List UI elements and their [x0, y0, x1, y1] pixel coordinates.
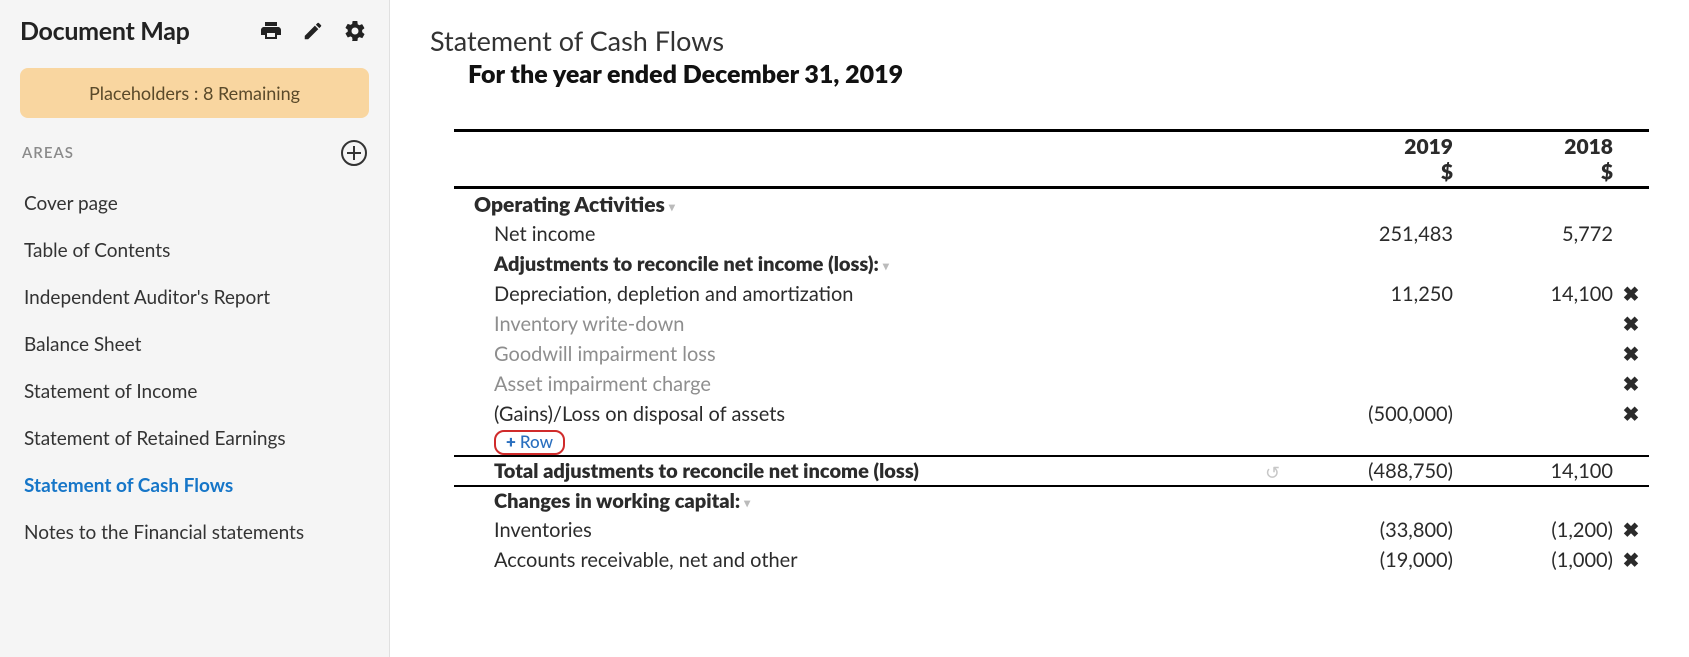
remove-row-icon[interactable]: ✖ [1613, 312, 1649, 336]
sidebar-title: Document Map [20, 16, 243, 46]
refresh-icon[interactable]: ↺ [1265, 461, 1280, 484]
total-adjustments-row[interactable]: Total adjustments to reconcile net incom… [454, 455, 1649, 485]
remove-row-icon[interactable]: ✖ [1613, 518, 1649, 542]
print-icon[interactable] [257, 17, 285, 45]
year-col-1: 2019 [1293, 134, 1453, 159]
areas-nav: Cover page Table of Contents Independent… [18, 180, 371, 556]
main: Statement of Cash Flows For the year end… [390, 0, 1689, 657]
placeholders-pill[interactable]: Placeholders : 8 Remaining [20, 68, 369, 118]
adj-row-inventory-writedown[interactable]: Inventory write-down ✖ [454, 309, 1649, 339]
add-row-button[interactable]: + Row [494, 430, 565, 455]
areas-label: AREAS [22, 144, 74, 162]
cash-flow-table: 2019 2018 $ $ Operating Activities ▾ Net … [454, 129, 1649, 575]
operating-activities-label: Operating Activities [474, 192, 665, 217]
remove-row-icon[interactable]: ✖ [1613, 372, 1649, 396]
wc-v2: (1,000) [1453, 548, 1613, 572]
wc-row-inventories[interactable]: Inventories (33,800) (1,200) ✖ [454, 515, 1649, 545]
adj-label: Inventory write-down [454, 312, 1293, 336]
adj-v1: (500,000) [1293, 402, 1453, 426]
nav-item-toc[interactable]: Table of Contents [18, 227, 371, 274]
adj-row-depreciation[interactable]: Depreciation, depletion and amortization… [454, 279, 1649, 309]
net-income-row[interactable]: Net income 251,483 5,772 [454, 219, 1649, 249]
chevron-down-icon: ▾ [744, 495, 750, 510]
currency-col-1: $ [1293, 159, 1453, 184]
areas-header: AREAS [18, 140, 371, 166]
year-header-row: 2019 2018 [454, 129, 1649, 159]
add-row-label: Row [520, 432, 553, 452]
nav-item-notes[interactable]: Notes to the Financial statements [18, 509, 371, 556]
currency-header-row: $ $ [454, 159, 1649, 189]
nav-item-cover-page[interactable]: Cover page [18, 180, 371, 227]
wc-row-accounts-receivable[interactable]: Accounts receivable, net and other (19,0… [454, 545, 1649, 575]
page-subtitle: For the year ended December 31, 2019 [468, 59, 1649, 89]
total-adjustments-v2: 14,100 [1453, 459, 1613, 483]
wc-v2: (1,200) [1453, 518, 1613, 542]
wc-label: Inventories [454, 518, 1293, 542]
adjustments-heading-label: Adjustments to reconcile net income (los… [494, 252, 879, 276]
sidebar: Document Map Placeholders : 8 Remaining … [0, 0, 390, 657]
wc-v1: (19,000) [1293, 548, 1453, 572]
total-adjustments-label: Total adjustments to reconcile net incom… [454, 459, 1293, 483]
adj-row-asset-impairment[interactable]: Asset impairment charge ✖ [454, 369, 1649, 399]
gear-icon[interactable] [341, 17, 369, 45]
page-title: Statement of Cash Flows [430, 24, 1649, 57]
working-capital-heading[interactable]: Changes in working capital: ▾ [454, 485, 1649, 515]
sidebar-header: Document Map [18, 12, 371, 50]
plus-icon: + [506, 432, 516, 452]
nav-item-cash-flows[interactable]: Statement of Cash Flows [18, 462, 371, 509]
net-income-v2: 5,772 [1453, 222, 1613, 246]
adj-row-gains-loss-disposal[interactable]: (Gains)/Loss on disposal of assets (500,… [454, 399, 1649, 429]
year-col-2: 2018 [1453, 134, 1613, 159]
operating-activities-heading[interactable]: Operating Activities ▾ [454, 189, 1649, 219]
remove-row-icon[interactable]: ✖ [1613, 342, 1649, 366]
adj-label: (Gains)/Loss on disposal of assets [454, 402, 1293, 426]
nav-item-income[interactable]: Statement of Income [18, 368, 371, 415]
chevron-down-icon: ▾ [883, 258, 889, 273]
chevron-down-icon: ▾ [669, 199, 675, 214]
net-income-label: Net income [454, 222, 1293, 246]
net-income-v1: 251,483 [1293, 222, 1453, 246]
remove-row-icon[interactable]: ✖ [1613, 402, 1649, 426]
currency-col-2: $ [1453, 159, 1613, 184]
add-row-container: + Row [454, 429, 1649, 455]
total-adjustments-v1: ↺ (488,750) [1293, 459, 1453, 483]
adj-v1: 11,250 [1293, 282, 1453, 306]
nav-item-balance-sheet[interactable]: Balance Sheet [18, 321, 371, 368]
adj-label: Goodwill impairment loss [454, 342, 1293, 366]
remove-row-icon[interactable]: ✖ [1613, 548, 1649, 572]
nav-item-retained-earnings[interactable]: Statement of Retained Earnings [18, 415, 371, 462]
adj-row-goodwill[interactable]: Goodwill impairment loss ✖ [454, 339, 1649, 369]
adj-label: Depreciation, depletion and amortization [454, 282, 1293, 306]
remove-row-icon[interactable]: ✖ [1613, 282, 1649, 306]
adj-v2: 14,100 [1453, 282, 1613, 306]
adjustments-heading[interactable]: Adjustments to reconcile net income (los… [454, 249, 1649, 279]
edit-icon[interactable] [299, 17, 327, 45]
working-capital-label: Changes in working capital: [494, 489, 740, 513]
adj-label: Asset impairment charge [454, 372, 1293, 396]
wc-v1: (33,800) [1293, 518, 1453, 542]
wc-label: Accounts receivable, net and other [454, 548, 1293, 572]
add-area-icon[interactable] [341, 140, 367, 166]
nav-item-auditor-report[interactable]: Independent Auditor's Report [18, 274, 371, 321]
